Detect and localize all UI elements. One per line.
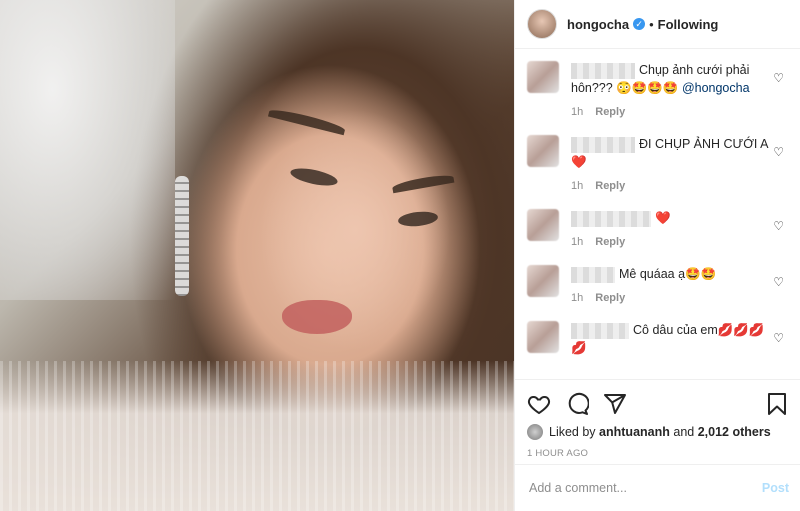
commenter-username[interactable]: anhtuananh — [571, 62, 635, 79]
comment-like-heart-icon[interactable]: ♡ — [773, 145, 784, 159]
comment-time: 1h — [571, 292, 584, 304]
earring — [175, 176, 189, 296]
reply-button[interactable]: Reply — [595, 236, 625, 248]
share-icon[interactable] — [603, 392, 627, 416]
add-comment-input[interactable] — [527, 480, 762, 496]
comment-icon[interactable] — [565, 392, 589, 416]
separator-dot: • — [649, 16, 654, 32]
left-brow — [267, 106, 347, 136]
comment-item: anhtuananhChụp ảnh cưới phải hôn??? 😳🤩🤩🤩… — [527, 61, 786, 121]
reply-button[interactable]: Reply — [595, 180, 625, 192]
liker-avatar[interactable] — [527, 424, 543, 440]
commenter-avatar[interactable] — [527, 209, 559, 241]
right-eye — [397, 209, 439, 229]
post-timestamp[interactable]: 1 hour ago — [527, 448, 789, 459]
verified-badge-icon: ✓ — [633, 18, 646, 30]
veil-area — [0, 0, 175, 300]
reply-button[interactable]: Reply — [595, 106, 625, 118]
comment-text: Mê quáaa ạ🤩🤩 — [619, 267, 717, 281]
likes-summary: Liked by anhtuananh and 2,012 others — [527, 424, 789, 440]
comment-item: Mê quáaa ạ🤩🤩 1h Reply ♡ — [527, 265, 786, 307]
commenter-username[interactable] — [571, 136, 635, 153]
comment-item: ĐI CHỤP ẢNH CƯỚI A ❤️ 1h Reply ♡ — [527, 135, 786, 195]
heart-icon[interactable] — [527, 392, 551, 416]
post-header: hongocha ✓ • Following — [515, 0, 800, 49]
commenter-username[interactable] — [571, 266, 615, 283]
commenter-avatar[interactable] — [527, 265, 559, 297]
commenter-avatar[interactable] — [527, 321, 559, 353]
lace-dress — [0, 361, 514, 511]
add-comment-bar: Post — [515, 464, 800, 511]
comment-item: Cô dâu của em💋💋💋💋 ♡ — [527, 321, 786, 357]
left-eye — [289, 165, 339, 189]
right-brow — [391, 172, 455, 194]
comment-like-heart-icon[interactable]: ♡ — [773, 275, 784, 289]
post-modal: hongocha ✓ • Following anhtuananhChụp ản… — [0, 0, 800, 511]
comment-text: ❤️ — [655, 211, 671, 225]
comments-list[interactable]: anhtuananhChụp ảnh cưới phải hôn??? 😳🤩🤩🤩… — [515, 49, 800, 379]
comment-mention[interactable]: @hongocha — [682, 81, 750, 95]
commenter-username[interactable] — [571, 322, 629, 339]
comment-item: ❤️ 1h Reply ♡ — [527, 209, 786, 251]
commenter-avatar[interactable] — [527, 61, 559, 93]
post-photo[interactable] — [0, 0, 514, 511]
comment-like-heart-icon[interactable]: ♡ — [773, 331, 784, 345]
action-bar — [527, 388, 789, 420]
comment-time: 1h — [571, 236, 584, 248]
following-button[interactable]: Following — [658, 17, 719, 32]
likes-and: and — [673, 425, 695, 439]
post-sidebar: hongocha ✓ • Following anhtuananhChụp ản… — [514, 0, 800, 511]
liked-by-prefix: Liked by — [549, 425, 596, 439]
bookmark-icon[interactable] — [765, 392, 789, 416]
comment-time: 1h — [571, 106, 584, 118]
author-avatar[interactable] — [527, 9, 557, 39]
author-username[interactable]: hongocha — [567, 17, 629, 32]
post-comment-button[interactable]: Post — [762, 481, 789, 495]
comment-like-heart-icon[interactable]: ♡ — [773, 71, 784, 85]
actions-section: Liked by anhtuananh and 2,012 others 1 h… — [515, 379, 800, 459]
comment-time: 1h — [571, 180, 584, 192]
commenter-username[interactable] — [571, 210, 651, 227]
liker-username[interactable]: anhtuananh — [599, 425, 670, 439]
reply-button[interactable]: Reply — [595, 292, 625, 304]
lips — [282, 300, 352, 334]
likes-others-count[interactable]: 2,012 others — [698, 425, 771, 439]
comment-like-heart-icon[interactable]: ♡ — [773, 219, 784, 233]
commenter-avatar[interactable] — [527, 135, 559, 167]
